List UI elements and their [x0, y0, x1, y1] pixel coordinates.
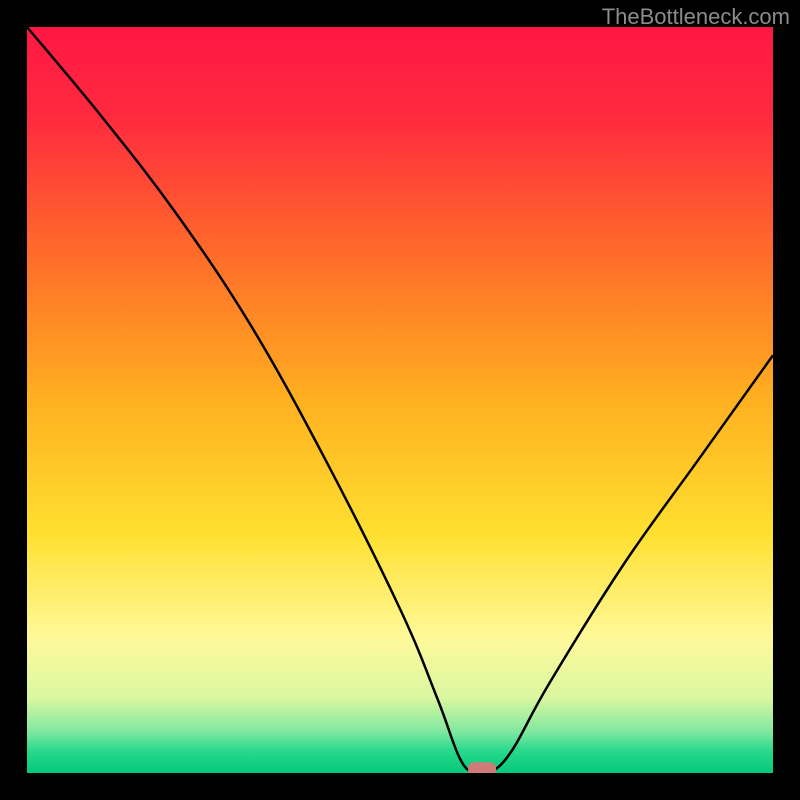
frame-left [0, 0, 27, 800]
frame-right [773, 0, 800, 800]
chart-container: TheBottleneck.com [0, 0, 800, 800]
watermark-text: TheBottleneck.com [602, 4, 790, 30]
bottleneck-chart [0, 0, 800, 800]
plot-background [27, 27, 773, 773]
frame-bottom [0, 773, 800, 800]
